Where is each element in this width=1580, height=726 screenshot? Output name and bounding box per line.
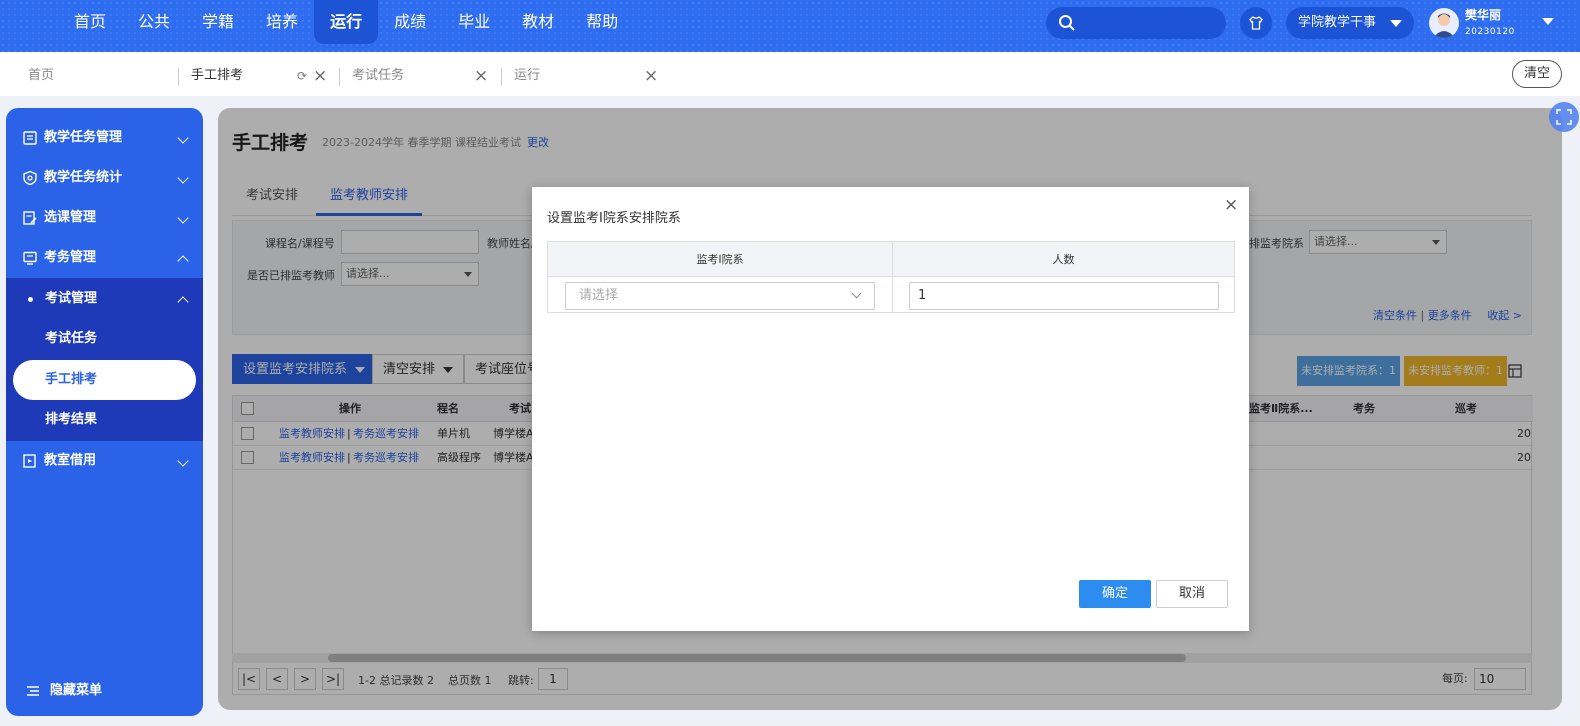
nav-training[interactable]: 培养 [250, 0, 314, 44]
sidebar-subitem-exam-results[interactable]: 排考结果 [6, 400, 203, 440]
hide-menu-button[interactable]: 隐藏菜单 [6, 676, 203, 706]
shirt-icon [1249, 16, 1263, 30]
cancel-button[interactable]: 取消 [1156, 580, 1228, 608]
search-input[interactable] [1046, 7, 1226, 39]
dept-select[interactable]: 请选择 [565, 282, 875, 310]
monitor-icon [23, 251, 37, 265]
sidebar-item-label: 教学任务统计 [44, 170, 123, 185]
tab-divider [178, 68, 179, 86]
header-count: 人数 [893, 242, 1234, 277]
tab-label: 运行 [514, 68, 541, 83]
close-icon[interactable]: × [474, 64, 488, 88]
tab-manual-exam[interactable]: 手工排考 ⟳ × [191, 64, 331, 88]
confirm-button[interactable]: 确定 [1079, 580, 1151, 608]
chevron-down-icon [177, 212, 189, 224]
role-label: 学院教学干事 [1298, 15, 1377, 30]
clear-tabs-button[interactable]: 清空 [1512, 60, 1562, 88]
classroom-icon [23, 454, 36, 468]
sidebar-item-teaching-tasks[interactable]: 教学任务管理 [6, 118, 203, 158]
dialog-table: 监考Ⅰ院系 人数 请选择 1 [547, 241, 1235, 313]
sidebar-submenu: 考试管理 考试任务 手工排考 排考结果 [6, 278, 203, 441]
sidebar-item-label: 教学任务管理 [44, 130, 123, 145]
sidebar-item-label: 考务管理 [44, 250, 97, 265]
user-name: 樊华丽 [1465, 8, 1502, 22]
nav-textbooks[interactable]: 教材 [506, 0, 570, 44]
user-avatar-icon [1433, 13, 1455, 38]
fullscreen-button[interactable] [1549, 102, 1579, 132]
sidebar-item-classroom-borrow[interactable]: 教室借用 [6, 441, 203, 481]
tab-operation[interactable]: 运行 × [514, 64, 664, 88]
nav-public[interactable]: 公共 [122, 0, 186, 44]
tab-exam-tasks[interactable]: 考试任务 × [352, 64, 492, 88]
nav-operation[interactable]: 运行 [314, 0, 379, 44]
sidebar-item-exam-management[interactable]: 考试管理 [6, 279, 203, 319]
close-icon[interactable]: × [644, 64, 658, 88]
hide-menu-label: 隐藏菜单 [50, 683, 103, 698]
sidebar-item-course-selection[interactable]: 选课管理 [6, 198, 203, 238]
main-nav: 首页 公共 学籍 培养 运行 成绩 毕业 教材 帮助 [58, 0, 634, 52]
sidebar-item-exam-affairs[interactable]: 考务管理 [6, 238, 203, 278]
search-icon [1059, 15, 1075, 31]
user-chevron-down-icon[interactable] [1542, 18, 1554, 25]
chevron-down-icon [177, 172, 189, 184]
top-navbar: 首页 公共 学籍 培养 运行 成绩 毕业 教材 帮助 学院教学干事 樊华丽 20… [0, 0, 1580, 52]
tab-label: 考试任务 [352, 68, 405, 83]
close-icon[interactable]: × [1224, 195, 1238, 215]
dialog-title: 设置监考Ⅰ院系安排院系 [547, 211, 681, 226]
column-divider [892, 242, 893, 312]
theme-button[interactable] [1240, 7, 1272, 39]
role-dropdown[interactable]: 学院教学干事 [1286, 7, 1414, 39]
expand-icon [1556, 109, 1572, 125]
set-dept-dialog: 设置监考Ⅰ院系安排院系 × 监考Ⅰ院系 人数 请选择 1 确定 取消 [532, 187, 1249, 631]
tab-home[interactable]: 首页 [28, 64, 54, 88]
edit-document-icon [23, 211, 37, 225]
chevron-down-icon [177, 455, 189, 467]
tab-divider [501, 68, 502, 86]
avatar[interactable] [1429, 8, 1459, 38]
user-id: 20230120 [1465, 27, 1515, 37]
refresh-icon[interactable]: ⟳ [297, 64, 307, 88]
nav-home[interactable]: 首页 [58, 0, 122, 44]
count-input[interactable]: 1 [909, 282, 1219, 310]
sidebar-item-task-stats[interactable]: 教学任务统计 [6, 158, 203, 198]
bullet-icon [28, 297, 33, 302]
select-placeholder: 请选择 [579, 288, 619, 303]
tab-label: 首页 [28, 68, 55, 83]
shield-icon [23, 170, 37, 186]
tab-divider [339, 68, 340, 86]
sidebar-subitem-exam-tasks[interactable]: 考试任务 [6, 319, 203, 359]
chevron-down-icon [851, 288, 862, 299]
sidebar-subitem-manual-exam[interactable]: 手工排考 [13, 360, 196, 400]
document-list-icon [23, 131, 37, 145]
sidebar: 教学任务管理 教学任务统计 选课管理 考务管理 考试管理 考试任务 手工排考 排… [6, 108, 203, 716]
sidebar-item-label: 教室借用 [44, 453, 97, 468]
nav-help[interactable]: 帮助 [570, 0, 634, 44]
nav-graduation[interactable]: 毕业 [442, 0, 506, 44]
tab-label: 手工排考 [191, 68, 244, 83]
nav-grades[interactable]: 成绩 [378, 0, 442, 44]
chevron-up-icon [177, 296, 189, 308]
header-invigilator-dept: 监考Ⅰ院系 [548, 242, 892, 277]
chevron-up-icon [177, 255, 189, 267]
chevron-down-icon [177, 132, 189, 144]
chevron-down-icon [1390, 20, 1402, 27]
tab-strip: 首页 手工排考 ⟳ × 考试任务 × 运行 × [0, 52, 1580, 96]
close-icon[interactable]: × [313, 64, 327, 88]
nav-status[interactable]: 学籍 [186, 0, 250, 44]
sidebar-item-label: 考试管理 [45, 291, 98, 306]
menu-collapse-icon [27, 686, 39, 696]
sidebar-item-label: 选课管理 [44, 210, 97, 225]
